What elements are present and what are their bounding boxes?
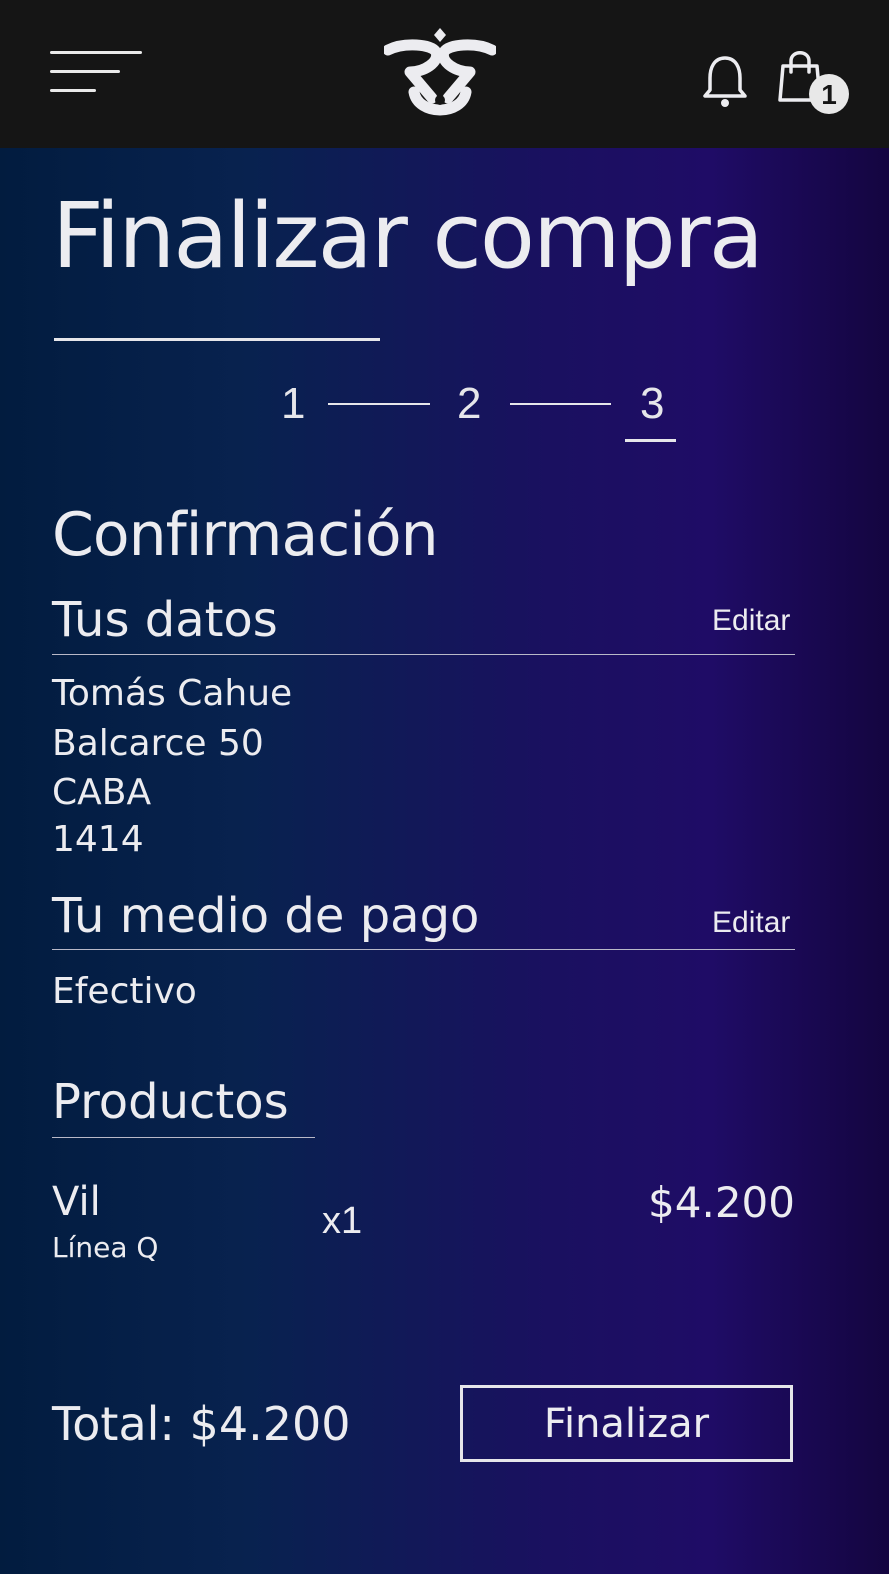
bell-icon[interactable]: [702, 52, 748, 110]
divider: [52, 949, 795, 950]
divider: [52, 654, 795, 655]
step-connector: [328, 403, 430, 405]
product-line: Línea Q: [52, 1231, 159, 1264]
order-total: Total: $4.200: [52, 1397, 351, 1451]
confirmation-heading: Confirmación: [52, 500, 439, 570]
data-line-postal-code: 1414: [52, 819, 144, 860]
title-underline: [54, 338, 380, 341]
active-step-underline: [625, 439, 676, 442]
data-line-address: Balcarce 50: [52, 723, 264, 764]
list-item: Vil Línea Q x1 $4.200: [52, 1182, 795, 1272]
product-price: $4.200: [648, 1178, 795, 1227]
step-3-active[interactable]: 3: [640, 382, 664, 426]
data-line-city: CABA: [52, 772, 152, 813]
payment-method: Efectivo: [52, 971, 197, 1012]
top-bar: 1: [0, 0, 889, 148]
edit-data-link[interactable]: Editar: [712, 606, 790, 636]
edit-payment-link[interactable]: Editar: [712, 908, 790, 938]
divider: [52, 1137, 315, 1138]
shopping-bag-icon[interactable]: 1: [777, 48, 852, 116]
hamburger-menu-icon[interactable]: [50, 48, 145, 96]
product-name: Vil: [52, 1179, 101, 1225]
step-1[interactable]: 1: [281, 382, 305, 426]
cart-count-badge: 1: [809, 74, 849, 114]
step-2[interactable]: 2: [457, 382, 481, 426]
your-data-heading: Tus datos: [52, 592, 278, 648]
step-connector: [510, 403, 611, 405]
page-title: Finalizar compra: [52, 184, 764, 289]
brand-logo[interactable]: [382, 28, 498, 122]
product-quantity: x1: [322, 1200, 363, 1242]
finalize-button[interactable]: Finalizar: [460, 1385, 793, 1462]
payment-heading: Tu medio de pago: [52, 888, 480, 944]
products-heading: Productos: [52, 1074, 289, 1130]
checkout-main: Finalizar compra 1 2 3 Confirmación Tus …: [0, 148, 889, 1574]
data-line-name: Tomás Cahue: [52, 673, 293, 714]
